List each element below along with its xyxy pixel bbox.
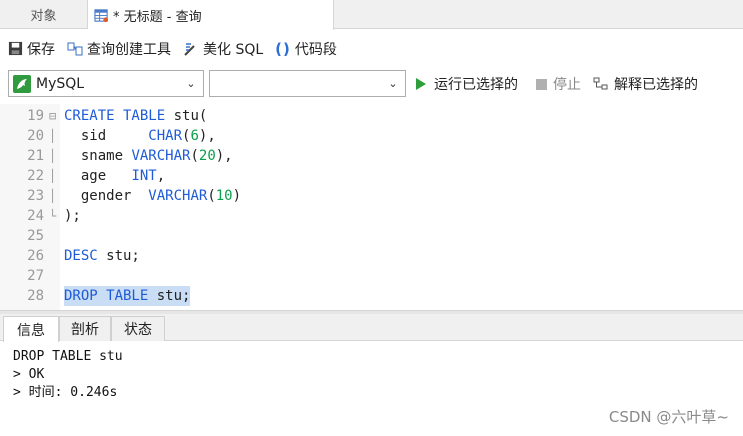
code-line: 19 ⊟ CREATE TABLE stu( [0,106,743,126]
beautify-sql-label: 美化 SQL [203,41,264,58]
line-number: 22 [27,168,44,184]
query-table-icon [94,8,109,22]
line-number: 25 [27,228,44,244]
code-text: sname VARCHAR(20), [64,148,233,164]
query-builder-icon [67,42,83,55]
code-snippet-button[interactable]: () 代码段 [275,37,337,61]
fold-guide: │ [49,189,57,203]
connection-bar: MySQL ⌄ ⌄ 运行已选择的 停止 解释已选择的 [0,68,743,100]
tab-query-label: * 无标题 - 查询 [113,9,202,25]
tab-status[interactable]: 状态 [111,316,165,341]
explain-icon [593,77,608,90]
chevron-down-icon: ⌄ [388,77,398,90]
sql-editor[interactable]: 19 ⊟ CREATE TABLE stu( 20 │ sid CHAR(6),… [0,104,743,310]
line-number: 24 [27,208,44,224]
beautify-sql-button[interactable]: 美化 SQL [183,37,263,61]
stop-icon [536,78,547,90]
output-line: > 时间: 0.246s [13,385,118,400]
fold-end: └ [49,209,57,223]
tab-profile[interactable]: 剖析 [59,316,111,341]
code-snippet-label: 代码段 [294,41,337,58]
tab-objects[interactable]: 对象 [0,0,88,29]
save-icon [8,41,23,56]
save-button[interactable]: 保存 [8,37,55,61]
output-line: > OK [13,367,45,382]
magic-wand-icon [184,42,195,56]
selected-code-text: DROP TABLE stu; [64,286,191,306]
line-number: 21 [27,148,44,164]
mysql-dolphin-icon [13,74,31,93]
query-builder-label: 查询创建工具 [87,41,171,58]
code-line: 24 └ ); [0,206,743,226]
line-number: 23 [27,188,44,204]
line-number: 27 [27,268,44,284]
query-toolbar: 保存 查询创建工具 美化 SQL () 代码段 [0,30,743,67]
code-text: ); [64,208,81,224]
line-number: 19 [27,108,44,124]
tab-message[interactable]: 信息 [3,316,59,342]
code-line: 22 │ age INT, [0,166,743,186]
tab-query[interactable]: * 无标题 - 查询 [88,0,334,30]
query-builder-button[interactable]: 查询创建工具 [67,37,171,61]
code-line: 28 DROP TABLE stu; [0,286,743,306]
snippet-braces-icon: () [275,39,291,58]
code-text: sid CHAR(6), [64,128,216,144]
explain-selected-label: 解释已选择的 [614,77,698,93]
connection-value: MySQL [36,75,85,92]
code-text: DESC stu; [64,248,140,264]
play-icon [416,78,426,90]
code-line: 20 │ sid CHAR(6), [0,126,743,146]
output-line: DROP TABLE stu [13,349,123,364]
code-line: 27 [0,266,743,286]
run-selected-button[interactable]: 运行已选择的 [416,73,518,95]
stop-label: 停止 [553,77,581,93]
line-number: 20 [27,128,44,144]
fold-toggle-icon[interactable]: ⊟ [49,106,56,126]
code-line: 23 │ gender VARCHAR(10) [0,186,743,206]
result-tab-bar: 信息 剖析 状态 [0,314,743,342]
editor-tab-bar: 对象 * 无标题 - 查询 [0,0,743,30]
watermark: CSDN @六叶草~ [608,408,729,426]
fold-guide: │ [49,129,57,143]
code-line: 26 DESC stu; [0,246,743,266]
code-line: 21 │ sname VARCHAR(20), [0,146,743,166]
code-text: CREATE TABLE stu( [64,108,208,124]
fold-guide: │ [49,149,57,163]
connection-select[interactable]: MySQL ⌄ [8,70,204,97]
schema-select[interactable]: ⌄ [209,70,406,97]
explain-selected-button[interactable]: 解释已选择的 [593,73,698,95]
line-number: 26 [27,248,44,264]
fold-guide: │ [49,169,57,183]
code-line: 25 [0,226,743,246]
line-number: 28 [27,288,44,304]
run-selected-label: 运行已选择的 [434,77,518,93]
code-text: gender VARCHAR(10) [64,188,242,204]
stop-button[interactable]: 停止 [536,73,581,95]
code-text: age INT, [64,168,166,184]
save-label: 保存 [27,41,55,58]
chevron-down-icon: ⌄ [186,77,196,90]
